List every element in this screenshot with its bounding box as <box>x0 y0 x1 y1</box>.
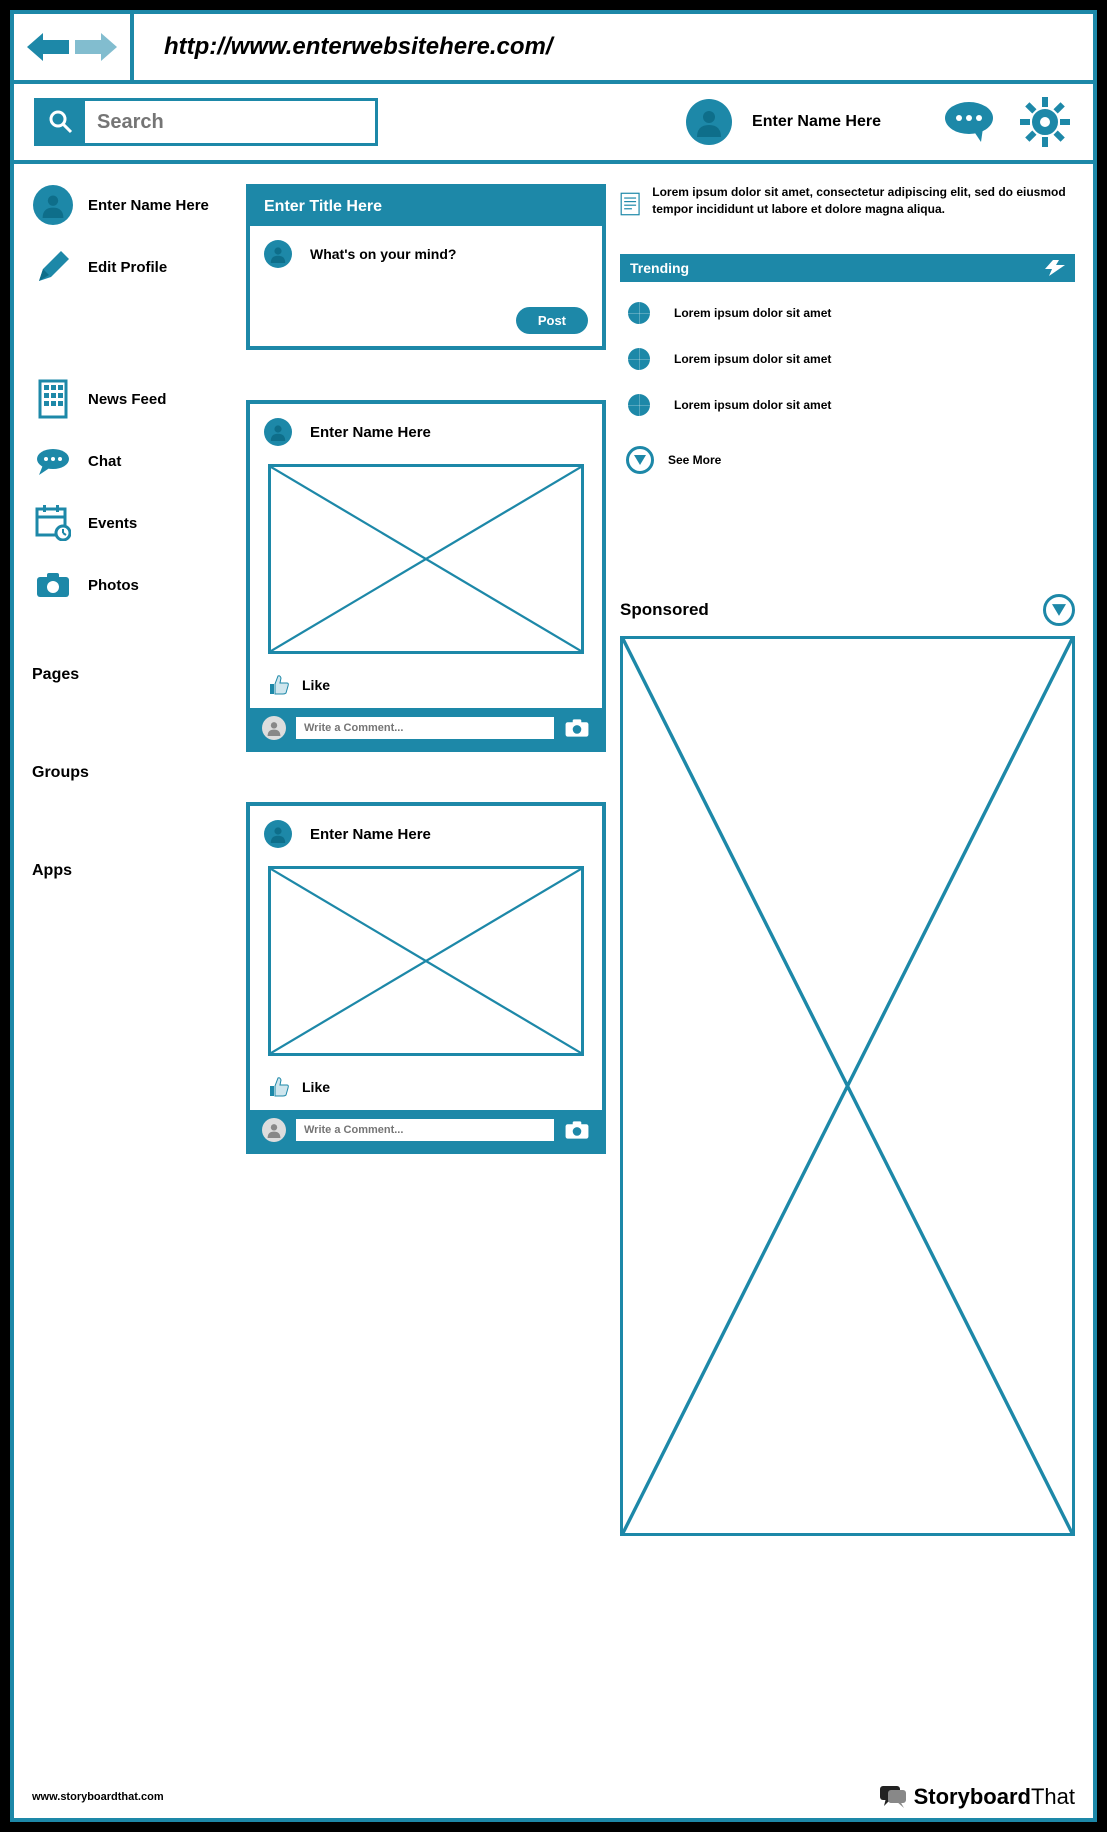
camera-icon[interactable] <box>564 718 590 738</box>
trending-text: Lorem ipsum dolor sit amet <box>674 398 831 412</box>
globe-icon <box>628 394 650 416</box>
sponsored-header: Sponsored <box>620 594 1075 626</box>
comment-input[interactable] <box>296 717 554 739</box>
footer-url: www.storyboardthat.com <box>32 1791 164 1803</box>
post-author: Enter Name Here <box>310 826 431 843</box>
sidebar-profile-label: Enter Name Here <box>88 197 209 214</box>
post-author: Enter Name Here <box>310 424 431 441</box>
comment-bar <box>250 1110 602 1150</box>
search-icon[interactable] <box>37 101 85 143</box>
trending-text: Lorem ipsum dolor sit amet <box>674 352 831 366</box>
chat-icon[interactable] <box>941 94 997 150</box>
building-icon <box>32 378 74 420</box>
post-avatar-icon <box>264 418 292 446</box>
sidebar-edit-label: Edit Profile <box>88 259 167 276</box>
sidebar-profile[interactable]: Enter Name Here <box>32 184 232 226</box>
profile-avatar-icon <box>33 185 73 225</box>
compose-prompt[interactable]: What's on your mind? <box>310 246 456 262</box>
post-button[interactable]: Post <box>516 307 588 334</box>
globe-icon <box>628 348 650 370</box>
comment-avatar-icon <box>262 1118 286 1142</box>
info-text: Lorem ipsum dolor sit amet, consectetur … <box>652 184 1075 224</box>
compose-avatar-icon <box>264 240 292 268</box>
like-button[interactable]: Like <box>250 668 602 708</box>
sidebar: Enter Name Here Edit Profile News Feed C… <box>32 184 232 1536</box>
comment-avatar-icon <box>262 716 286 740</box>
trending-item[interactable]: Lorem ipsum dolor sit amet <box>620 394 1075 416</box>
post-card: Enter Name Here Like <box>246 400 606 752</box>
like-label: Like <box>302 1079 330 1095</box>
comment-bar <box>250 708 602 748</box>
sidebar-section-apps[interactable]: Apps <box>32 862 232 880</box>
thumbs-up-icon <box>268 674 290 696</box>
top-bar: Enter Name Here <box>14 84 1093 164</box>
info-box: Lorem ipsum dolor sit amet, consectetur … <box>620 184 1075 224</box>
sidebar-photos-label: Photos <box>88 577 139 594</box>
right-column: Lorem ipsum dolor sit amet, consectetur … <box>620 184 1075 1536</box>
globe-icon <box>628 302 650 324</box>
sidebar-item-photos[interactable]: Photos <box>32 564 232 606</box>
sidebar-item-chat[interactable]: Chat <box>32 440 232 482</box>
like-button[interactable]: Like <box>250 1070 602 1110</box>
trending-text: Lorem ipsum dolor sit amet <box>674 306 831 320</box>
url-text[interactable]: http://www.enterwebsitehere.com/ <box>134 33 1093 61</box>
back-arrow-icon[interactable] <box>27 33 69 61</box>
user-avatar-icon[interactable] <box>686 99 732 145</box>
gear-icon[interactable] <box>1017 94 1073 150</box>
lightning-icon <box>1045 260 1065 276</box>
sponsored-placeholder <box>620 636 1075 1536</box>
sidebar-newsfeed-label: News Feed <box>88 391 166 408</box>
post-avatar-icon <box>264 820 292 848</box>
sidebar-item-events[interactable]: Events <box>32 502 232 544</box>
see-more-button[interactable]: See More <box>620 446 1075 474</box>
post-card: Enter Name Here Like <box>246 802 606 1154</box>
chevron-down-icon[interactable] <box>1043 594 1075 626</box>
document-icon <box>620 184 640 224</box>
chat-bubble-icon <box>32 440 74 482</box>
footer: www.storyboardthat.com StoryboardThat <box>32 1784 1075 1810</box>
trending-item[interactable]: Lorem ipsum dolor sit amet <box>620 348 1075 370</box>
camera-icon[interactable] <box>564 1120 590 1140</box>
sidebar-events-label: Events <box>88 515 137 532</box>
like-label: Like <box>302 677 330 693</box>
camera-icon <box>32 564 74 606</box>
image-placeholder <box>268 866 584 1056</box>
brand-logo: StoryboardThat <box>878 1784 1075 1810</box>
compose-panel: Enter Title Here What's on your mind? Po… <box>246 184 606 350</box>
nav-arrows <box>14 14 134 80</box>
pencil-icon <box>32 246 74 288</box>
sidebar-section-pages[interactable]: Pages <box>32 666 232 684</box>
search-input[interactable] <box>85 101 375 143</box>
speech-bubble-icon <box>878 1784 908 1810</box>
thumbs-up-icon <box>268 1076 290 1098</box>
sidebar-section-groups[interactable]: Groups <box>32 764 232 782</box>
forward-arrow-icon[interactable] <box>75 33 117 61</box>
chevron-down-icon <box>626 446 654 474</box>
comment-input[interactable] <box>296 1119 554 1141</box>
sponsored-title: Sponsored <box>620 600 709 620</box>
see-more-label: See More <box>668 453 721 467</box>
calendar-icon <box>32 502 74 544</box>
compose-title: Enter Title Here <box>250 188 602 226</box>
trending-header: Trending <box>620 254 1075 282</box>
header-user-name: Enter Name Here <box>752 113 881 131</box>
trending-item[interactable]: Lorem ipsum dolor sit amet <box>620 302 1075 324</box>
sidebar-edit-profile[interactable]: Edit Profile <box>32 246 232 288</box>
search-box <box>34 98 378 146</box>
browser-url-bar: http://www.enterwebsitehere.com/ <box>14 14 1093 84</box>
main-feed: Enter Title Here What's on your mind? Po… <box>246 184 606 1536</box>
sidebar-item-newsfeed[interactable]: News Feed <box>32 378 232 420</box>
image-placeholder <box>268 464 584 654</box>
sidebar-chat-label: Chat <box>88 453 121 470</box>
trending-title: Trending <box>630 260 689 276</box>
